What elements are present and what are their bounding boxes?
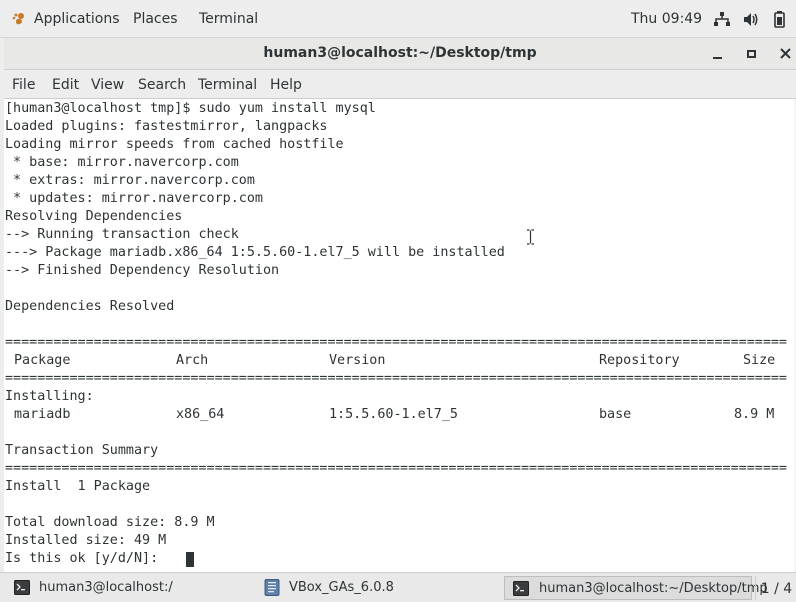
menu-help[interactable]: Help bbox=[270, 70, 302, 99]
task-label: VBox_GAs_6.0.8 bbox=[289, 580, 394, 595]
terminal-line: --> Finished Dependency Resolution bbox=[5, 263, 280, 278]
text-cursor-icon bbox=[527, 229, 534, 245]
top-panel: Applications Places Terminal Thu 09:49 bbox=[0, 0, 796, 38]
terminal-line: Installing: bbox=[5, 389, 94, 404]
terminal-line: ---> Package mariadb.x86_64 1:5.5.60-1.e… bbox=[5, 245, 505, 260]
disc-icon bbox=[264, 579, 280, 596]
terminal-separator: ========================================… bbox=[5, 371, 787, 386]
terminal-line: * extras: mirror.navercorp.com bbox=[5, 173, 255, 188]
table-cell-repository: base bbox=[599, 407, 632, 422]
task-vbox-gas[interactable]: VBox_GAs_6.0.8 bbox=[256, 576, 500, 600]
window-titlebar[interactable]: human3@localhost:~/Desktop/tmp bbox=[4, 38, 796, 70]
table-header-package: Package bbox=[14, 353, 71, 368]
terminal-line: Loading mirror speeds from cached hostfi… bbox=[5, 137, 344, 152]
terminal-line: * base: mirror.navercorp.com bbox=[5, 155, 239, 170]
terminal-app-menu[interactable]: Terminal bbox=[199, 0, 258, 38]
workspace-pager[interactable]: 1 / 4 bbox=[755, 576, 796, 600]
terminal-line: Total download size: 8.9 M bbox=[5, 515, 215, 530]
places-menu[interactable]: Places bbox=[133, 0, 178, 38]
terminal-icon bbox=[14, 580, 30, 595]
menu-edit[interactable]: Edit bbox=[52, 70, 79, 99]
network-wired-icon[interactable] bbox=[714, 12, 730, 27]
terminal-prompt: Is this ok [y/d/N]: bbox=[5, 551, 167, 566]
menu-terminal[interactable]: Terminal bbox=[198, 70, 257, 99]
gnome-foot-icon bbox=[12, 13, 24, 25]
terminal-separator: ========================================… bbox=[5, 461, 787, 476]
maximize-icon[interactable] bbox=[742, 44, 762, 64]
minimize-icon[interactable] bbox=[708, 44, 728, 64]
terminal-line: Installed size: 49 M bbox=[5, 533, 167, 548]
window-title: human3@localhost:~/Desktop/tmp bbox=[263, 45, 537, 61]
close-icon[interactable] bbox=[776, 44, 796, 64]
table-header-repository: Repository bbox=[599, 353, 680, 368]
table-cell-package: mariadb bbox=[14, 407, 71, 422]
task-label: human3@localhost:/ bbox=[39, 580, 173, 595]
terminal-line: * updates: mirror.navercorp.com bbox=[5, 191, 263, 206]
terminal-line: Install 1 Package bbox=[5, 479, 151, 494]
window-list: human3@localhost:/ VBox_GAs_6.0.8 human3… bbox=[0, 572, 796, 601]
terminal-line: Transaction Summary bbox=[5, 443, 159, 458]
table-header-version: Version bbox=[329, 353, 386, 368]
table-header-size: Size bbox=[743, 353, 776, 368]
volume-icon[interactable] bbox=[744, 12, 760, 27]
table-cell-version: 1:5.5.60-1.el7_5 bbox=[329, 407, 458, 422]
menu-view[interactable]: View bbox=[91, 70, 124, 99]
table-cell-size: 8.9 M bbox=[734, 407, 775, 422]
terminal-line: Resolving Dependencies bbox=[5, 209, 183, 224]
table-header-arch: Arch bbox=[176, 353, 209, 368]
menu-bar: File Edit View Search Terminal Help bbox=[4, 70, 796, 99]
task-terminal-root[interactable]: human3@localhost:/ bbox=[6, 576, 254, 600]
clock[interactable]: Thu 09:49 bbox=[631, 0, 702, 38]
task-terminal-tmp-active[interactable]: human3@localhost:~/Desktop/tmp bbox=[504, 576, 768, 600]
terminal-line: --> Running transaction check bbox=[5, 227, 239, 242]
terminal-line: Dependencies Resolved bbox=[5, 299, 175, 314]
task-label: human3@localhost:~/Desktop/tmp bbox=[539, 581, 768, 596]
terminal-line: Loaded plugins: fastestmirror, langpacks bbox=[5, 119, 328, 134]
menu-file[interactable]: File bbox=[12, 70, 35, 99]
terminal-separator: ========================================… bbox=[5, 335, 787, 350]
terminal-line: [human3@localhost tmp]$ sudo yum install… bbox=[5, 101, 376, 116]
applications-label: Applications bbox=[34, 11, 120, 27]
menu-search[interactable]: Search bbox=[138, 70, 186, 99]
terminal-icon bbox=[513, 581, 529, 596]
table-cell-arch: x86_64 bbox=[176, 407, 225, 422]
terminal-cursor bbox=[186, 552, 194, 567]
battery-icon[interactable] bbox=[774, 11, 785, 28]
terminal-view[interactable]: [human3@localhost tmp]$ sudo yum install… bbox=[4, 99, 796, 572]
